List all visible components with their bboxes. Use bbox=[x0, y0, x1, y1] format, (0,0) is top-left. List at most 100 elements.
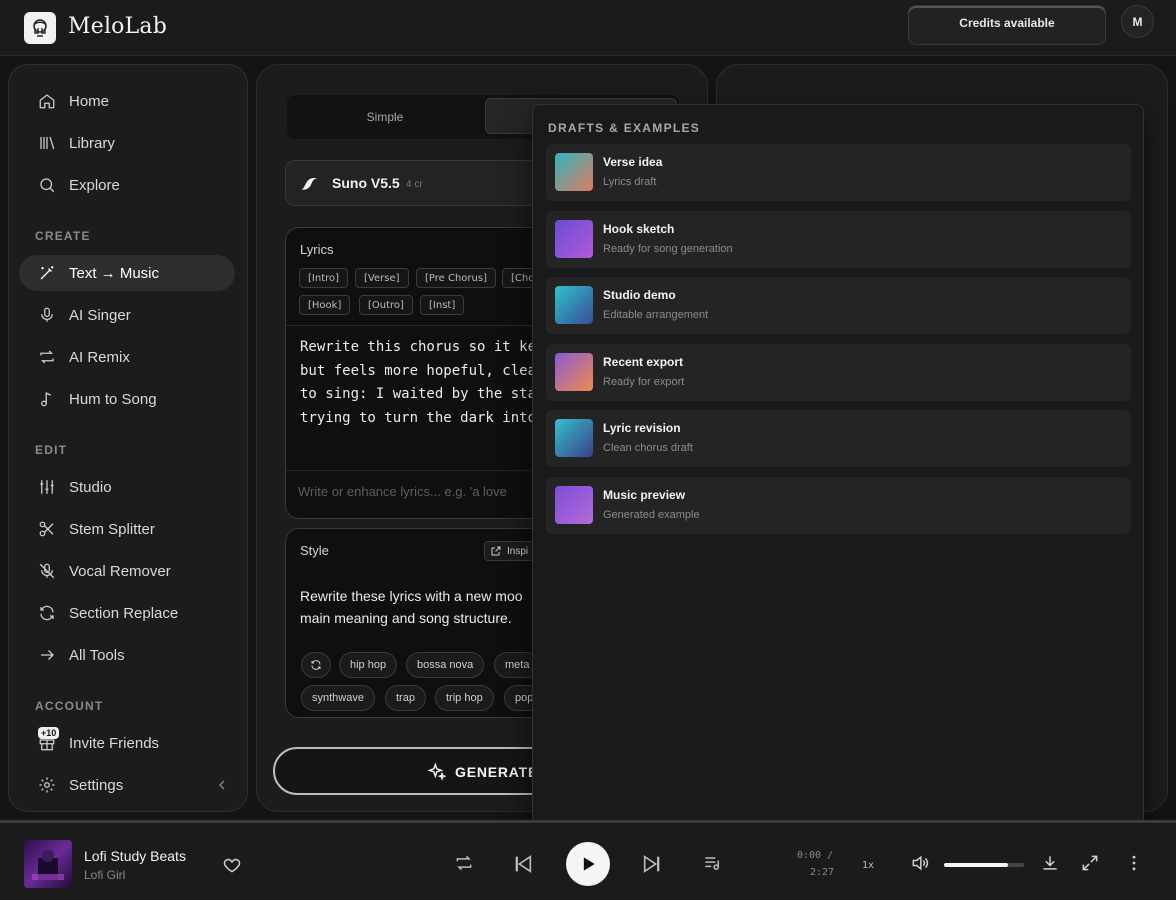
draft-title: Verse idea bbox=[603, 155, 663, 169]
top-bar: MeloLab Credits available M bbox=[0, 0, 1176, 56]
expand-icon[interactable] bbox=[1080, 853, 1100, 873]
sidebar-item-explore[interactable]: Explore bbox=[19, 167, 235, 203]
tag-outro[interactable]: [Outro] bbox=[359, 295, 413, 315]
collapse-sidebar-icon[interactable] bbox=[214, 777, 230, 793]
refresh-icon bbox=[37, 603, 57, 623]
track-cover[interactable] bbox=[24, 840, 72, 888]
draft-subtitle: Generated example bbox=[603, 509, 700, 521]
sidebar-item-settings[interactable]: Settings bbox=[19, 767, 235, 803]
style-chip[interactable]: synthwave bbox=[301, 685, 375, 711]
draft-subtitle: Editable arrangement bbox=[603, 309, 709, 322]
draft-subtitle: Ready for export bbox=[603, 375, 685, 388]
draft-subtitle: Lyrics draft bbox=[603, 176, 657, 188]
play-button[interactable] bbox=[566, 842, 610, 886]
track-artist[interactable]: Lofi Girl bbox=[84, 868, 125, 882]
draft-item[interactable]: Lyric revision Clean chorus draft bbox=[546, 410, 1131, 468]
sidebar-item-label: Invite Friends bbox=[69, 734, 160, 752]
shuffle-chips-button[interactable] bbox=[301, 652, 331, 678]
invite-badge: +10 bbox=[38, 727, 60, 739]
previous-track-icon[interactable] bbox=[512, 853, 534, 875]
inspire-label: Inspi bbox=[507, 545, 529, 557]
lyrics-enhance-input[interactable]: Write or enhance lyrics... e.g. 'a love bbox=[298, 484, 507, 499]
more-options-icon[interactable] bbox=[1124, 853, 1144, 873]
draft-thumbnail bbox=[555, 219, 593, 258]
draft-title: Recent export bbox=[603, 354, 684, 369]
style-chip[interactable]: hip hop bbox=[339, 652, 398, 678]
sidebar-item-ai-singer[interactable]: AI Singer bbox=[19, 297, 235, 333]
next-track-icon[interactable] bbox=[641, 853, 663, 875]
sidebar: Home Library Explore CREATE Text → Music… bbox=[8, 64, 248, 812]
arrow-right-icon bbox=[37, 645, 57, 665]
tag-hook[interactable]: [Hook] bbox=[299, 295, 351, 315]
queue-icon[interactable] bbox=[702, 853, 722, 873]
sidebar-item-stem-splitter[interactable]: Stem Splitter bbox=[19, 511, 235, 547]
draft-thumbnail bbox=[555, 153, 593, 191]
tag-pre-chorus[interactable]: [Pre Chorus] bbox=[416, 268, 496, 288]
time-total: 2:27 bbox=[810, 867, 835, 878]
app-name[interactable]: MeloLab bbox=[68, 14, 167, 39]
player-bar: Lofi Study Beats Lofi Girl 0:00 / 2:27 1… bbox=[0, 820, 1176, 900]
draft-thumbnail bbox=[555, 286, 593, 325]
drafts-dropdown: DRAFTS & EXAMPLES Verse idea Lyrics draft… bbox=[532, 104, 1144, 844]
draft-subtitle: Ready for song generation bbox=[603, 242, 733, 255]
heart-icon[interactable] bbox=[222, 855, 242, 875]
playback-speed-button[interactable]: 1x bbox=[862, 860, 874, 871]
sidebar-item-ai-remix[interactable]: AI Remix bbox=[19, 339, 235, 375]
tag-inst[interactable]: [Inst] bbox=[420, 295, 465, 315]
sidebar-item-studio[interactable]: Studio bbox=[19, 469, 235, 505]
draft-title: Hook sketch bbox=[603, 221, 675, 236]
section-heading-create: CREATE bbox=[35, 229, 91, 243]
style-chip[interactable]: trip hop bbox=[435, 685, 494, 711]
style-chip[interactable]: bossa nova bbox=[406, 652, 485, 678]
sidebar-item-label: Hum to Song bbox=[69, 390, 157, 408]
track-title[interactable]: Lofi Study Beats bbox=[84, 848, 186, 864]
style-chip[interactable]: trap bbox=[385, 685, 426, 711]
credits-label: Credits available bbox=[959, 16, 1055, 30]
tag-intro[interactable]: [Intro] bbox=[299, 268, 349, 288]
sidebar-item-home[interactable]: Home bbox=[19, 83, 235, 119]
credits-button[interactable]: Credits available bbox=[908, 5, 1106, 45]
draft-title: Lyric revision bbox=[603, 421, 681, 436]
sidebar-item-label: Settings bbox=[69, 776, 124, 794]
sidebar-item-label: Explore bbox=[69, 176, 120, 194]
microphone-icon bbox=[37, 305, 57, 325]
magic-wand-icon bbox=[37, 263, 57, 283]
sparkles-icon bbox=[427, 762, 447, 782]
sidebar-item-section-replace[interactable]: Section Replace bbox=[19, 595, 235, 631]
sidebar-item-all-tools[interactable]: All Tools bbox=[19, 637, 235, 673]
inspire-button[interactable]: Inspi bbox=[484, 541, 536, 561]
draft-item[interactable]: Recent export Ready for export bbox=[546, 343, 1131, 401]
shuffle-icon bbox=[310, 659, 322, 671]
sidebar-item-hum-to-song[interactable]: Hum to Song bbox=[19, 381, 235, 417]
draft-thumbnail bbox=[555, 352, 593, 391]
volume-slider[interactable] bbox=[944, 863, 1024, 867]
drafts-title: DRAFTS & EXAMPLES bbox=[548, 121, 701, 135]
sidebar-item-label: Studio bbox=[69, 478, 112, 496]
play-icon bbox=[578, 854, 598, 874]
volume-icon[interactable] bbox=[910, 853, 930, 873]
download-icon[interactable] bbox=[1040, 853, 1060, 873]
remix-icon bbox=[37, 347, 57, 367]
draft-thumbnail bbox=[555, 419, 593, 458]
draft-title: Music preview bbox=[603, 488, 686, 502]
sidebar-item-label: All Tools bbox=[69, 646, 125, 664]
draft-item[interactable]: Studio demo Editable arrangement bbox=[546, 277, 1131, 335]
sidebar-item-library[interactable]: Library bbox=[19, 125, 235, 161]
logo-icon[interactable] bbox=[24, 12, 56, 44]
avatar[interactable]: M bbox=[1121, 5, 1154, 38]
draft-item[interactable]: Verse idea Lyrics draft bbox=[546, 144, 1131, 201]
draft-title: Studio demo bbox=[603, 288, 676, 303]
scissors-icon bbox=[37, 519, 57, 539]
tab-simple[interactable]: Simple bbox=[287, 95, 483, 139]
draft-item[interactable]: Hook sketch Ready for song generation bbox=[546, 210, 1131, 268]
repeat-icon[interactable] bbox=[454, 853, 474, 873]
external-link-icon bbox=[490, 545, 502, 557]
draft-thumbnail bbox=[555, 486, 593, 524]
sidebar-item-vocal-remover[interactable]: Vocal Remover bbox=[19, 553, 235, 589]
tag-verse[interactable]: [Verse] bbox=[355, 268, 409, 288]
sidebar-item-label: Vocal Remover bbox=[69, 562, 171, 580]
draft-item[interactable]: Music preview Generated example bbox=[546, 477, 1131, 534]
sidebar-item-text-to-music[interactable]: Text → Music bbox=[19, 255, 235, 291]
section-heading-account: ACCOUNT bbox=[35, 699, 104, 713]
sidebar-item-label: AI Remix bbox=[69, 348, 130, 366]
